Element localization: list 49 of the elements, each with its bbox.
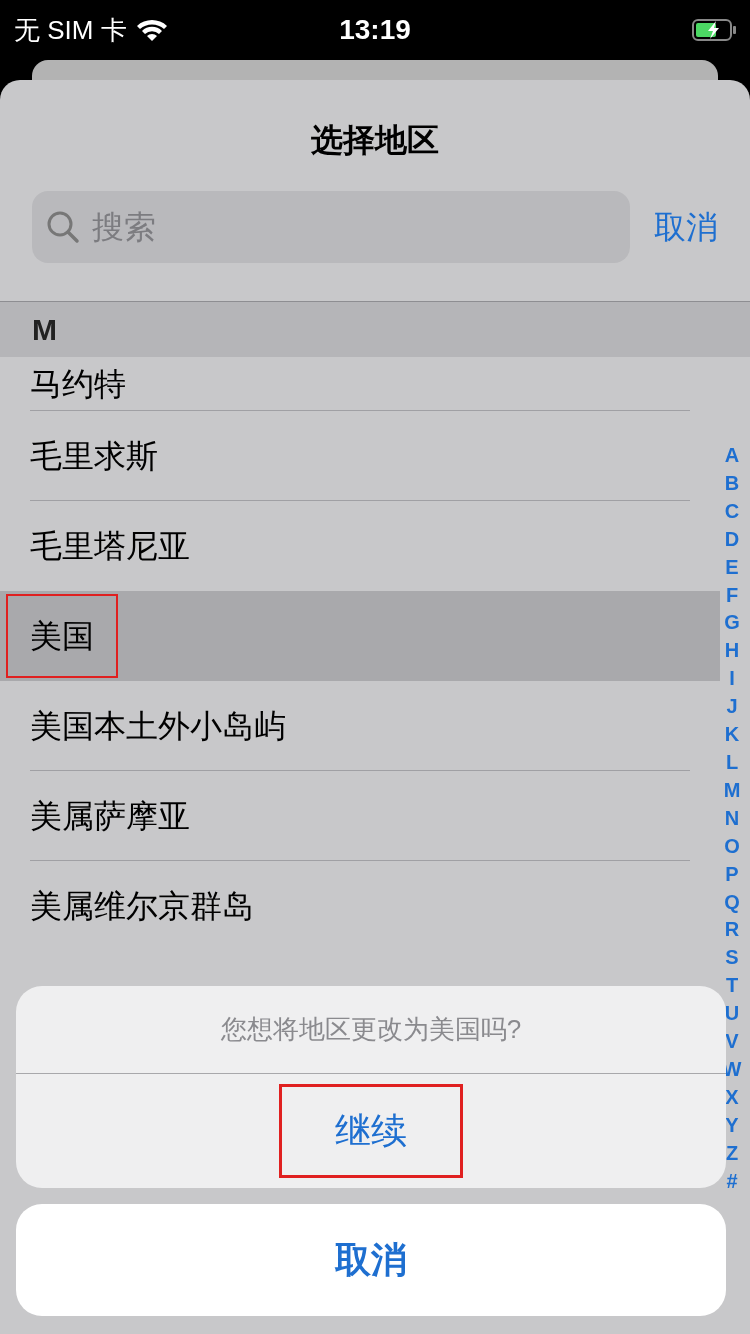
- index-letter[interactable]: E: [725, 553, 739, 582]
- region-row[interactable]: 美国本土外小岛屿: [0, 681, 720, 771]
- index-letter[interactable]: I: [729, 665, 735, 694]
- continue-button[interactable]: 继续: [279, 1084, 463, 1178]
- index-letter[interactable]: U: [724, 1000, 740, 1029]
- region-row[interactable]: 马约特: [0, 357, 720, 411]
- index-letter[interactable]: F: [725, 581, 739, 610]
- region-name: 美属萨摩亚: [29, 796, 191, 836]
- index-letter[interactable]: #: [726, 1167, 738, 1196]
- region-name: 美国: [6, 594, 118, 678]
- region-name: 毛里求斯: [29, 436, 159, 476]
- index-letter[interactable]: H: [724, 637, 740, 666]
- index-letter[interactable]: P: [725, 860, 739, 889]
- index-letter[interactable]: R: [724, 916, 740, 945]
- clock: 13:19: [339, 13, 411, 47]
- index-letter[interactable]: Q: [724, 888, 740, 917]
- search-field[interactable]: 搜索: [32, 191, 630, 263]
- index-letter[interactable]: A: [724, 442, 740, 470]
- index-letter[interactable]: B: [724, 469, 740, 498]
- index-letter[interactable]: Y: [725, 1111, 739, 1140]
- index-letter[interactable]: C: [724, 497, 740, 526]
- index-letter[interactable]: L: [725, 748, 739, 777]
- index-letter[interactable]: X: [725, 1083, 739, 1112]
- index-letter[interactable]: V: [725, 1028, 739, 1056]
- sheet-title: 选择地区: [311, 121, 439, 160]
- region-row[interactable]: 美属维尔京群岛: [0, 861, 720, 951]
- region-name: 毛里塔尼亚: [29, 527, 191, 566]
- index-letter[interactable]: O: [724, 832, 740, 861]
- region-name: 马约特: [29, 364, 127, 404]
- carrier-label: 无 SIM 卡: [14, 13, 127, 47]
- region-name: 美属维尔京群岛: [29, 887, 255, 926]
- index-letter[interactable]: Z: [725, 1139, 739, 1168]
- cancel-button[interactable]: 取消: [16, 1204, 726, 1316]
- index-letter[interactable]: D: [724, 525, 740, 554]
- region-name: 美国本土外小岛屿: [29, 706, 287, 746]
- section-header: M: [32, 312, 57, 348]
- region-row[interactable]: 毛里塔尼亚: [0, 501, 720, 591]
- cancel-link[interactable]: 取消: [654, 203, 718, 251]
- index-letter[interactable]: J: [726, 693, 738, 722]
- index-letter[interactable]: S: [725, 944, 739, 973]
- index-letter[interactable]: N: [724, 804, 740, 833]
- region-row[interactable]: 毛里求斯: [0, 411, 720, 501]
- index-letter[interactable]: T: [725, 972, 739, 1001]
- region-row[interactable]: 美国: [0, 591, 720, 681]
- index-letter[interactable]: M: [723, 776, 741, 805]
- index-letter[interactable]: G: [724, 609, 740, 638]
- region-row[interactable]: 美属萨摩亚: [0, 771, 720, 861]
- index-letter[interactable]: K: [724, 721, 740, 749]
- alert-message: 您想将地区更改为美国吗?: [220, 1013, 522, 1046]
